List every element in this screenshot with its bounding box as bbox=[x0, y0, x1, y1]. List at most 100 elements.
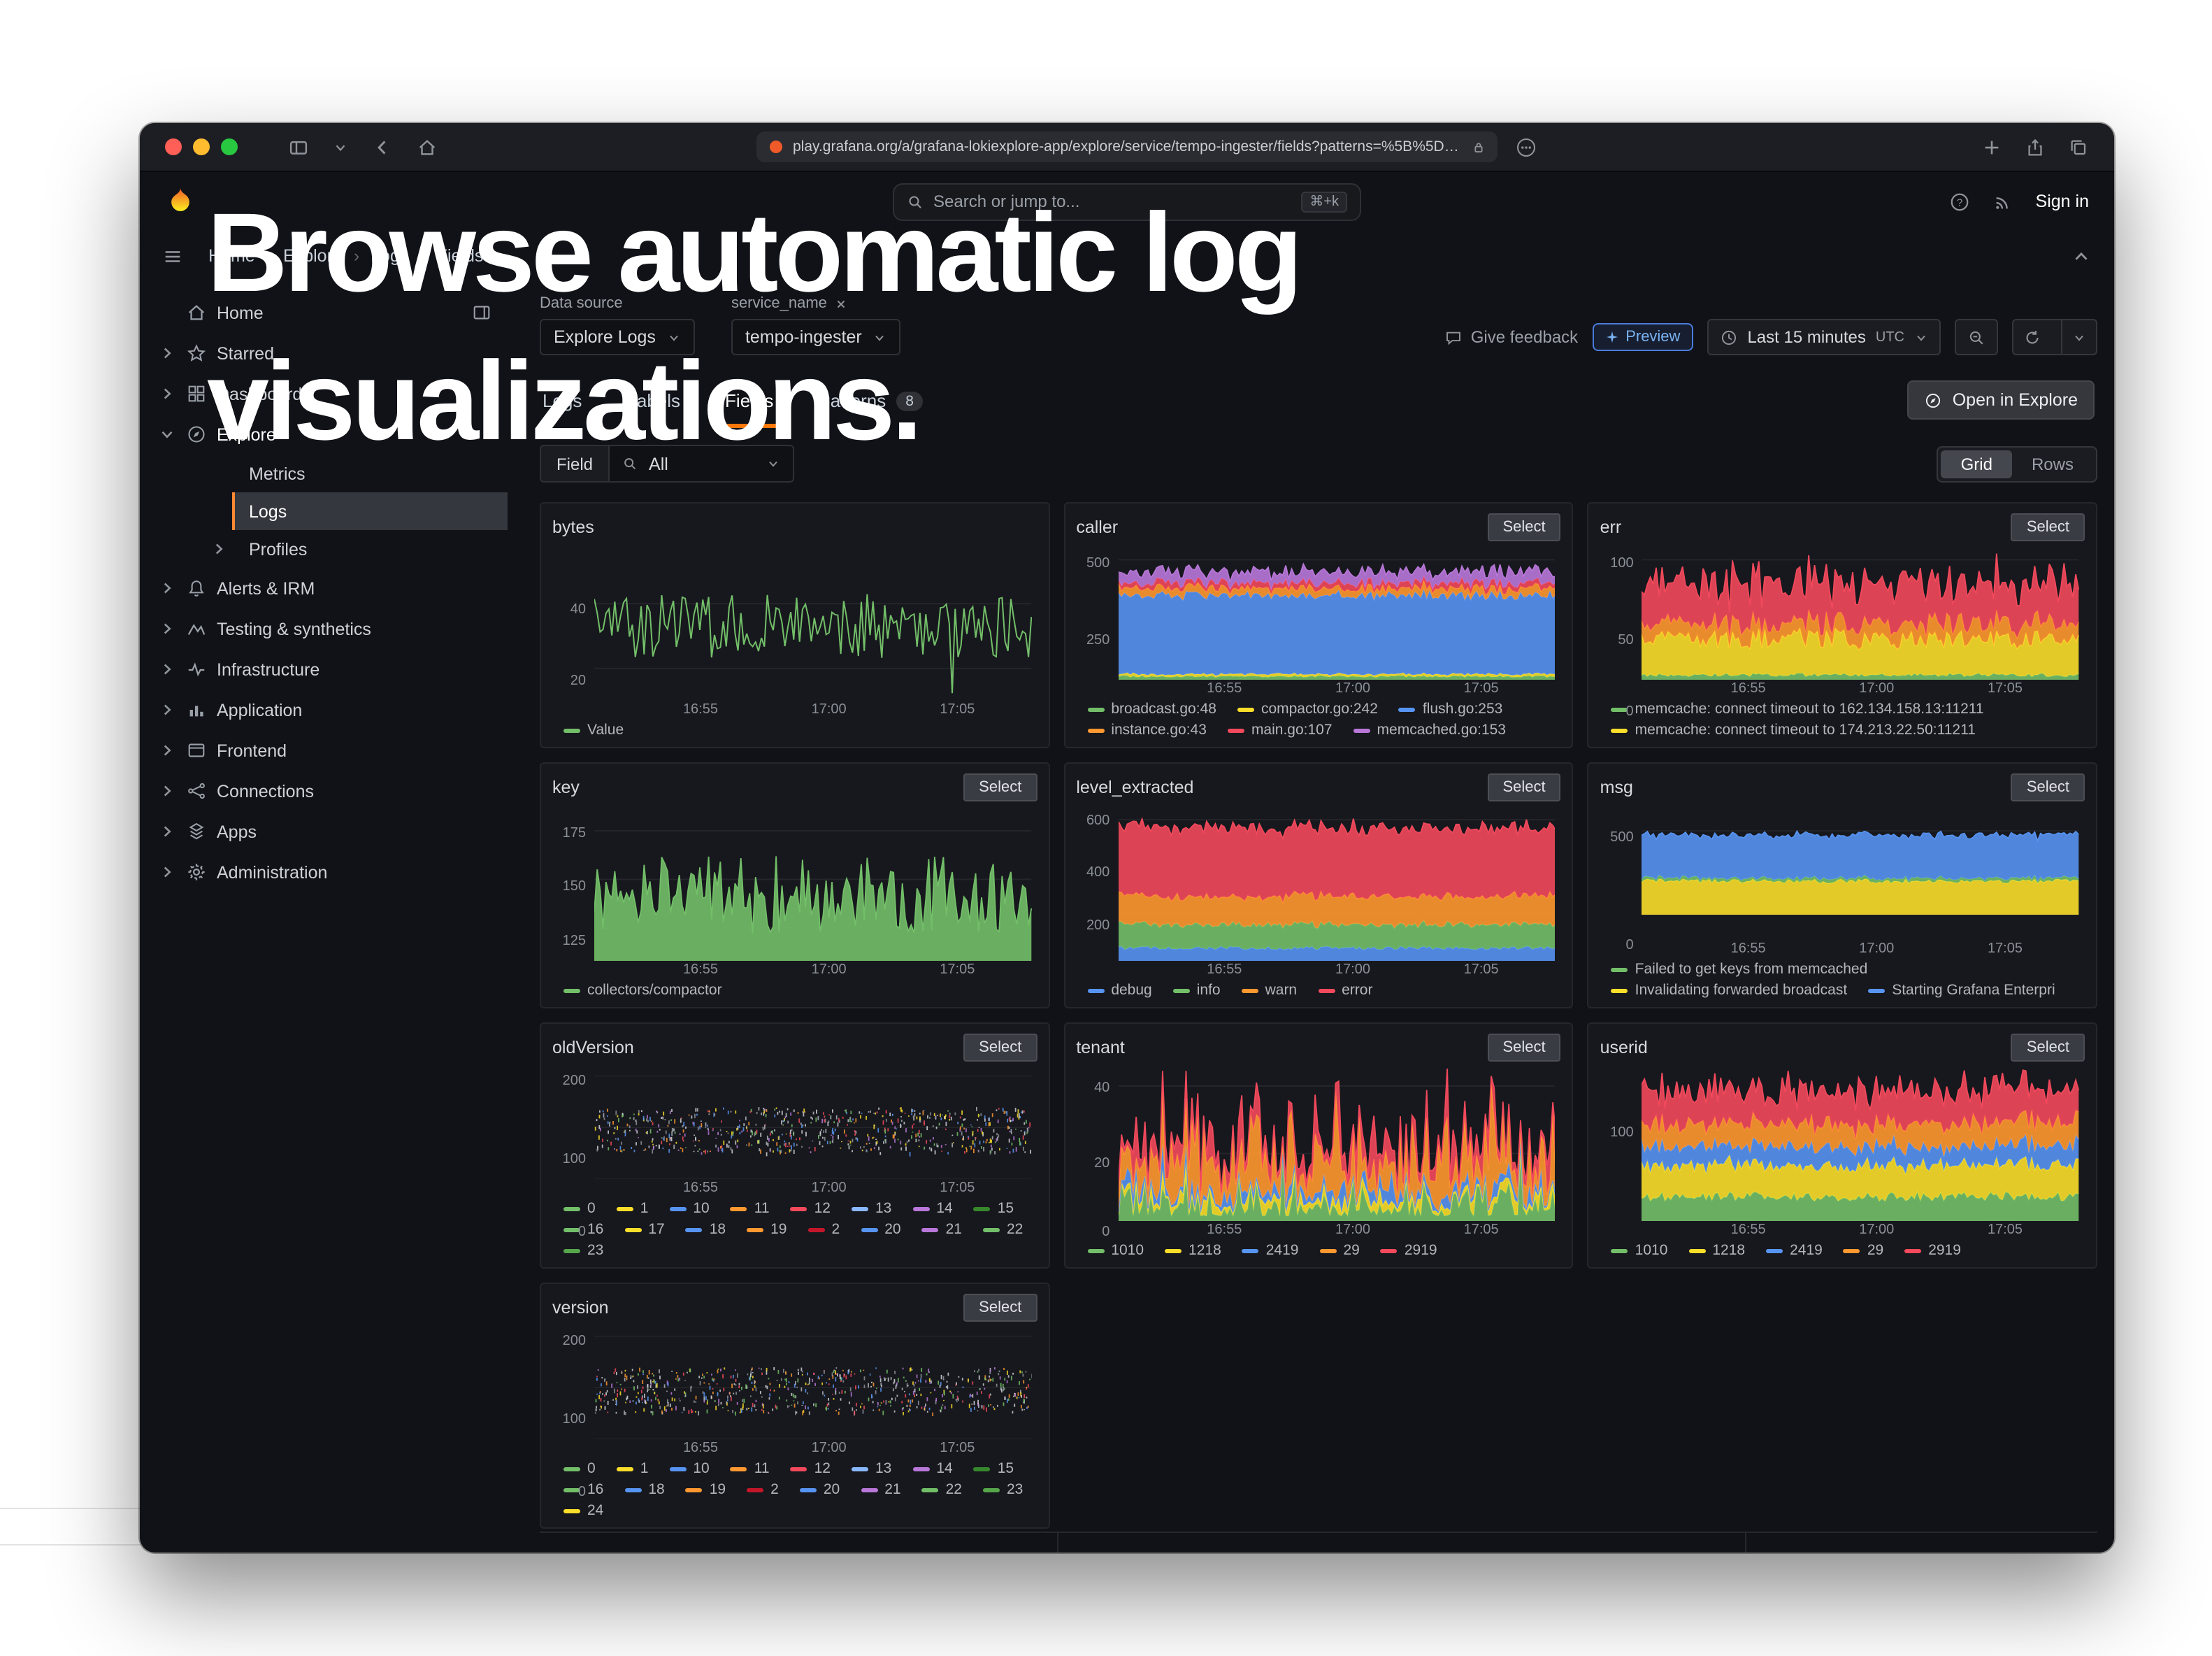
news-rss-icon[interactable] bbox=[1992, 191, 2013, 212]
sidebar-item-apps[interactable]: Apps bbox=[140, 811, 517, 852]
panel-select-button[interactable]: Select bbox=[963, 1294, 1037, 1322]
sidebar-item-explore[interactable]: Explore bbox=[140, 414, 517, 455]
sign-in-link[interactable]: Sign in bbox=[2036, 192, 2089, 211]
legend-item[interactable]: 18 bbox=[686, 1221, 726, 1238]
home-icon[interactable] bbox=[417, 136, 438, 157]
panel-select-button[interactable]: Select bbox=[963, 1034, 1037, 1062]
sidebar-subitem-profiles[interactable]: Profiles bbox=[232, 530, 508, 568]
layout-rows-option[interactable]: Rows bbox=[2012, 450, 2093, 478]
sidebar-item-infrastructure[interactable]: Infrastructure bbox=[140, 649, 517, 690]
open-in-explore-button[interactable]: Open in Explore bbox=[1908, 380, 2095, 420]
chart-area[interactable] bbox=[594, 1066, 1031, 1179]
panel-select-button[interactable]: Select bbox=[2011, 513, 2085, 541]
data-source-select[interactable]: Explore Logs bbox=[540, 319, 695, 355]
legend-item[interactable]: 15 bbox=[974, 1200, 1014, 1217]
legend-item[interactable]: 1 bbox=[617, 1460, 649, 1477]
legend-item[interactable]: 29 bbox=[1844, 1242, 1883, 1259]
preview-badge[interactable]: Preview bbox=[1592, 323, 1693, 351]
legend-item[interactable]: 1218 bbox=[1165, 1242, 1221, 1259]
new-tab-icon[interactable] bbox=[1981, 136, 2002, 157]
sidebar-item-starred[interactable]: Starred bbox=[140, 333, 517, 373]
legend-item[interactable]: Value bbox=[563, 722, 624, 738]
chart-area[interactable] bbox=[1118, 806, 1555, 961]
legend-item[interactable]: Starting Grafana Enterpri bbox=[1868, 982, 2055, 999]
sidebar-item-home[interactable]: Home bbox=[140, 292, 517, 333]
breadcrumb-item-logs[interactable]: Logs bbox=[371, 246, 408, 266]
back-icon[interactable] bbox=[372, 136, 393, 157]
breadcrumb-item-explore[interactable]: Explore bbox=[283, 246, 343, 266]
legend-item[interactable]: 1218 bbox=[1688, 1242, 1745, 1259]
legend-item[interactable]: 15 bbox=[974, 1460, 1014, 1477]
legend-item[interactable]: 1010 bbox=[1611, 1242, 1668, 1259]
sidebar-item-alerts-irm[interactable]: Alerts & IRM bbox=[140, 568, 517, 608]
legend-item[interactable]: 11 bbox=[731, 1460, 770, 1477]
minimize-window-button[interactable] bbox=[193, 138, 210, 155]
legend-item[interactable]: memcached.go:153 bbox=[1353, 722, 1506, 738]
legend-item[interactable]: 2 bbox=[747, 1481, 779, 1498]
breadcrumb-item-home[interactable]: Home bbox=[208, 246, 255, 266]
legend-item[interactable]: 1010 bbox=[1087, 1242, 1144, 1259]
panel-select-button[interactable]: Select bbox=[1488, 1034, 1561, 1062]
tab-patterns[interactable]: Patterns8 bbox=[815, 380, 926, 428]
legend-item[interactable]: 10 bbox=[669, 1460, 709, 1477]
chart-area[interactable] bbox=[594, 545, 1031, 701]
remove-filter-icon[interactable] bbox=[835, 297, 848, 310]
help-icon[interactable]: ? bbox=[1949, 191, 1970, 212]
legend-item[interactable]: 23 bbox=[563, 1242, 603, 1259]
legend-item[interactable]: 22 bbox=[983, 1221, 1023, 1238]
legend-item[interactable]: 0 bbox=[563, 1460, 596, 1477]
share-icon[interactable] bbox=[2025, 136, 2046, 157]
legend-item[interactable]: compactor.go:242 bbox=[1237, 701, 1378, 718]
page-options-icon[interactable] bbox=[1516, 136, 1537, 157]
chevron-up-icon[interactable] bbox=[2071, 245, 2092, 266]
legend-item[interactable]: 0 bbox=[563, 1200, 596, 1217]
sidebar-item-dashboards[interactable]: Dashboards bbox=[140, 373, 517, 414]
layout-grid-option[interactable]: Grid bbox=[1941, 450, 2012, 478]
sidebar-item-connections[interactable]: Connections bbox=[140, 771, 517, 811]
legend-item[interactable]: 20 bbox=[861, 1221, 900, 1238]
legend-item[interactable]: 13 bbox=[852, 1200, 891, 1217]
legend-item[interactable]: 10 bbox=[669, 1200, 709, 1217]
legend-item[interactable]: debug bbox=[1087, 982, 1151, 999]
tab-logs[interactable]: Logs bbox=[540, 380, 584, 428]
grafana-logo[interactable] bbox=[165, 186, 196, 217]
legend-item[interactable]: 21 bbox=[922, 1221, 962, 1238]
legend-item[interactable]: 19 bbox=[686, 1481, 726, 1498]
field-search-select[interactable]: All bbox=[610, 445, 794, 483]
time-range-picker[interactable]: Last 15 minutes UTC bbox=[1707, 319, 1941, 355]
legend-item[interactable]: 2 bbox=[808, 1221, 840, 1238]
legend-item[interactable]: 11 bbox=[731, 1200, 770, 1217]
browser-sidebar-toggle-icon[interactable] bbox=[288, 136, 309, 157]
refresh-button[interactable] bbox=[2013, 320, 2051, 354]
legend-item[interactable]: 2419 bbox=[1242, 1242, 1299, 1259]
chart-area[interactable] bbox=[594, 806, 1031, 961]
legend-item[interactable]: 22 bbox=[922, 1481, 962, 1498]
legend-item[interactable]: 1 bbox=[617, 1200, 649, 1217]
legend-item[interactable]: 12 bbox=[791, 1200, 831, 1217]
legend-item[interactable]: 23 bbox=[983, 1481, 1023, 1498]
panel-select-button[interactable]: Select bbox=[1488, 773, 1561, 801]
sidebar-subitem-logs[interactable]: Logs bbox=[232, 492, 508, 530]
chart-area[interactable] bbox=[594, 1326, 1031, 1439]
sidebar-subitem-metrics[interactable]: Metrics bbox=[232, 455, 508, 492]
zoom-window-button[interactable] bbox=[221, 138, 238, 155]
breadcrumb-item-fields[interactable]: Fields bbox=[437, 246, 484, 266]
menu-toggle-icon[interactable] bbox=[162, 245, 183, 266]
chart-area[interactable] bbox=[1118, 545, 1555, 680]
legend-item[interactable]: 17 bbox=[624, 1221, 664, 1238]
sidebar-item-administration[interactable]: Administration bbox=[140, 852, 517, 892]
tab-labels[interactable]: Labels bbox=[624, 380, 683, 428]
legend-item[interactable]: warn bbox=[1242, 982, 1298, 999]
legend-item[interactable]: 18 bbox=[624, 1481, 664, 1498]
dock-sidebar-icon[interactable] bbox=[471, 302, 492, 323]
legend-item[interactable]: memcache: connect timeout to 162.134.158… bbox=[1611, 701, 1984, 718]
panel-select-button[interactable]: Select bbox=[2011, 1034, 2085, 1062]
legend-item[interactable]: 2919 bbox=[1904, 1242, 1961, 1259]
legend-item[interactable]: 19 bbox=[747, 1221, 787, 1238]
sidebar-item-application[interactable]: Application bbox=[140, 690, 517, 730]
give-feedback-button[interactable]: Give feedback bbox=[1444, 327, 1578, 348]
legend-item[interactable]: Invalidating forwarded broadcast bbox=[1611, 982, 1848, 999]
panel-select-button[interactable]: Select bbox=[1488, 513, 1561, 541]
refresh-interval-dropdown[interactable] bbox=[2061, 320, 2096, 354]
legend-item[interactable]: broadcast.go:48 bbox=[1087, 701, 1216, 718]
